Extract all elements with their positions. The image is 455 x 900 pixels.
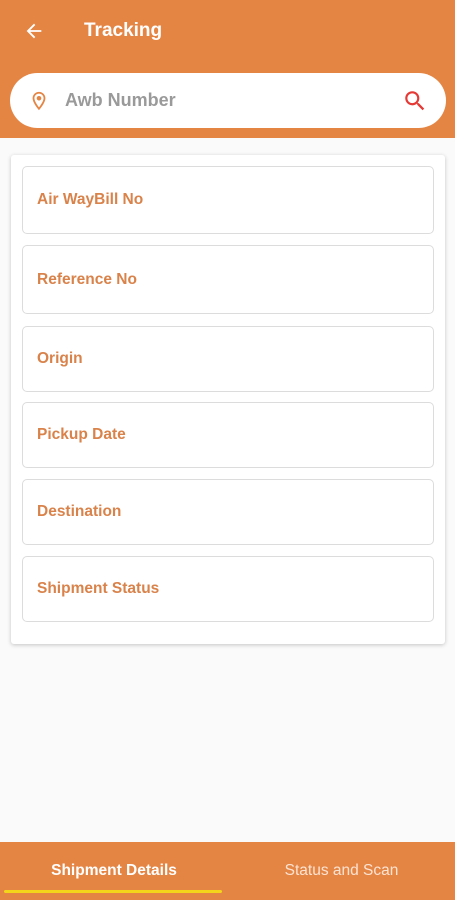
tab-label: Shipment Details [51, 862, 177, 879]
field-label: Origin [37, 350, 83, 367]
field-label: Shipment Status [37, 580, 160, 597]
active-tab-indicator [4, 890, 222, 893]
tab-shipment-details[interactable]: Shipment Details [0, 842, 228, 900]
field-destination[interactable]: Destination [22, 479, 434, 545]
field-label: Pickup Date [37, 426, 126, 443]
field-pickup-date[interactable]: Pickup Date [22, 402, 434, 468]
arrow-left-icon [26, 23, 42, 39]
field-label: Air WayBill No [37, 191, 144, 208]
location-pin-icon [27, 89, 51, 113]
field-origin[interactable]: Origin [22, 326, 434, 392]
field-air-waybill-no[interactable]: Air WayBill No [22, 166, 434, 234]
field-label: Reference No [37, 270, 137, 288]
shipment-details-card: Air WayBill No Reference No Origin Picku… [11, 155, 445, 644]
tab-status-and-scan[interactable]: Status and Scan [228, 842, 455, 900]
search-bar [10, 73, 446, 128]
bottom-tab-bar: Shipment Details Status and Scan [0, 842, 455, 900]
field-label: Destination [37, 503, 122, 520]
search-icon[interactable] [400, 86, 430, 116]
field-shipment-status[interactable]: Shipment Status [22, 556, 434, 622]
back-button[interactable] [12, 9, 56, 53]
tab-label: Status and Scan [284, 862, 399, 879]
awb-number-input[interactable] [65, 80, 400, 121]
field-reference-no[interactable]: Reference No [22, 245, 434, 314]
app-bar: Tracking [0, 0, 455, 138]
page-title: Tracking [84, 20, 163, 41]
toolbar: Tracking [0, 0, 455, 62]
